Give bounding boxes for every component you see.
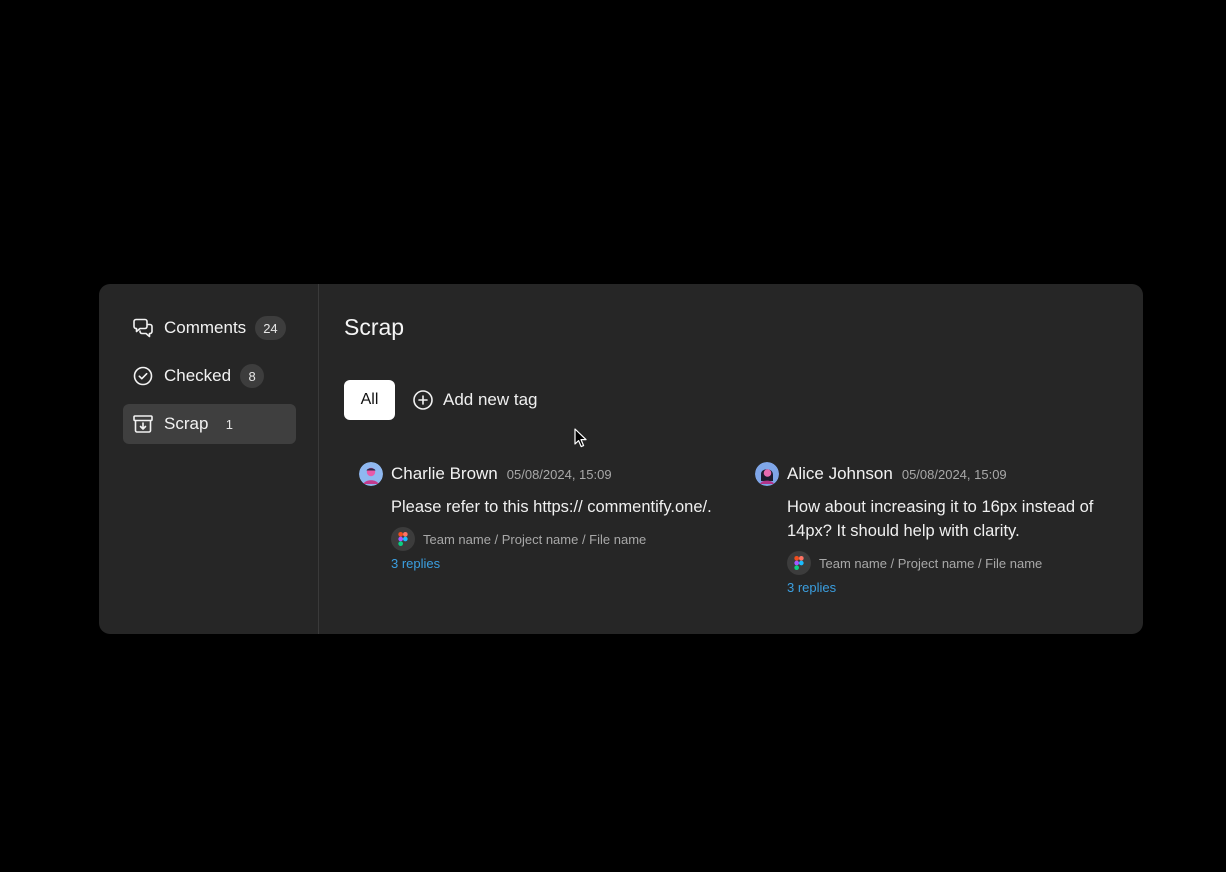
comment-card[interactable]: Alice Johnson 05/08/2024, 15:09 How abou…: [755, 461, 1115, 595]
tag-all-button[interactable]: All: [344, 380, 395, 420]
check-circle-icon: [132, 365, 154, 387]
mouse-cursor-icon: [574, 428, 587, 453]
comment-timestamp: 05/08/2024, 15:09: [901, 466, 1007, 482]
comment-header: Alice Johnson 05/08/2024, 15:09: [755, 461, 1115, 487]
count-badge: 8: [240, 364, 265, 388]
comment-timestamp: 05/08/2024, 15:09: [506, 466, 612, 482]
avatar: [359, 462, 383, 486]
add-new-tag-button[interactable]: Add new tag: [412, 380, 538, 420]
sidebar-item-comments[interactable]: Comments 24: [123, 308, 296, 348]
comment-author[interactable]: Charlie Brown: [391, 464, 498, 484]
comment-header: Charlie Brown 05/08/2024, 15:09: [359, 461, 719, 487]
count-badge: 24: [255, 316, 286, 340]
comment-card[interactable]: Charlie Brown 05/08/2024, 15:09 Please r…: [359, 461, 719, 571]
count-badge: 1: [225, 416, 234, 432]
comments-icon: [132, 317, 154, 339]
figma-icon: [391, 527, 415, 551]
plus-circle-icon: [412, 389, 434, 411]
replies-link[interactable]: 3 replies: [391, 556, 719, 571]
sidebar-item-label: Checked: [164, 366, 232, 385]
replies-link[interactable]: 3 replies: [787, 580, 1115, 595]
figma-icon: [787, 551, 811, 575]
scrap-panel: Comments 24 Checked 8 Scrap 1 Scrap All …: [99, 284, 1143, 634]
avatar: [755, 462, 779, 486]
comment-body: How about increasing it to 16px instead …: [787, 498, 1094, 540]
sidebar: Comments 24 Checked 8 Scrap 1: [99, 284, 319, 634]
add-new-tag-label: Add new tag: [443, 390, 538, 409]
file-path-text: Team name / Project name / File name: [423, 531, 647, 547]
sidebar-item-checked[interactable]: Checked 8: [123, 356, 296, 396]
comment-body: Please refer to this https:// commentify…: [391, 498, 712, 516]
archive-icon: [132, 413, 154, 435]
sidebar-item-label: Comments: [164, 318, 247, 337]
file-path-text: Team name / Project name / File name: [819, 555, 1043, 571]
comment-file-path[interactable]: Team name / Project name / File name: [787, 551, 1115, 575]
sidebar-item-scrap[interactable]: Scrap 1: [123, 404, 296, 444]
sidebar-item-label: Scrap: [164, 414, 209, 433]
comment-author[interactable]: Alice Johnson: [787, 464, 893, 484]
main-content: Scrap All Add new tag Charlie Brown 05/0…: [320, 284, 1143, 634]
page-title: Scrap: [344, 314, 405, 340]
comment-file-path[interactable]: Team name / Project name / File name: [391, 527, 719, 551]
